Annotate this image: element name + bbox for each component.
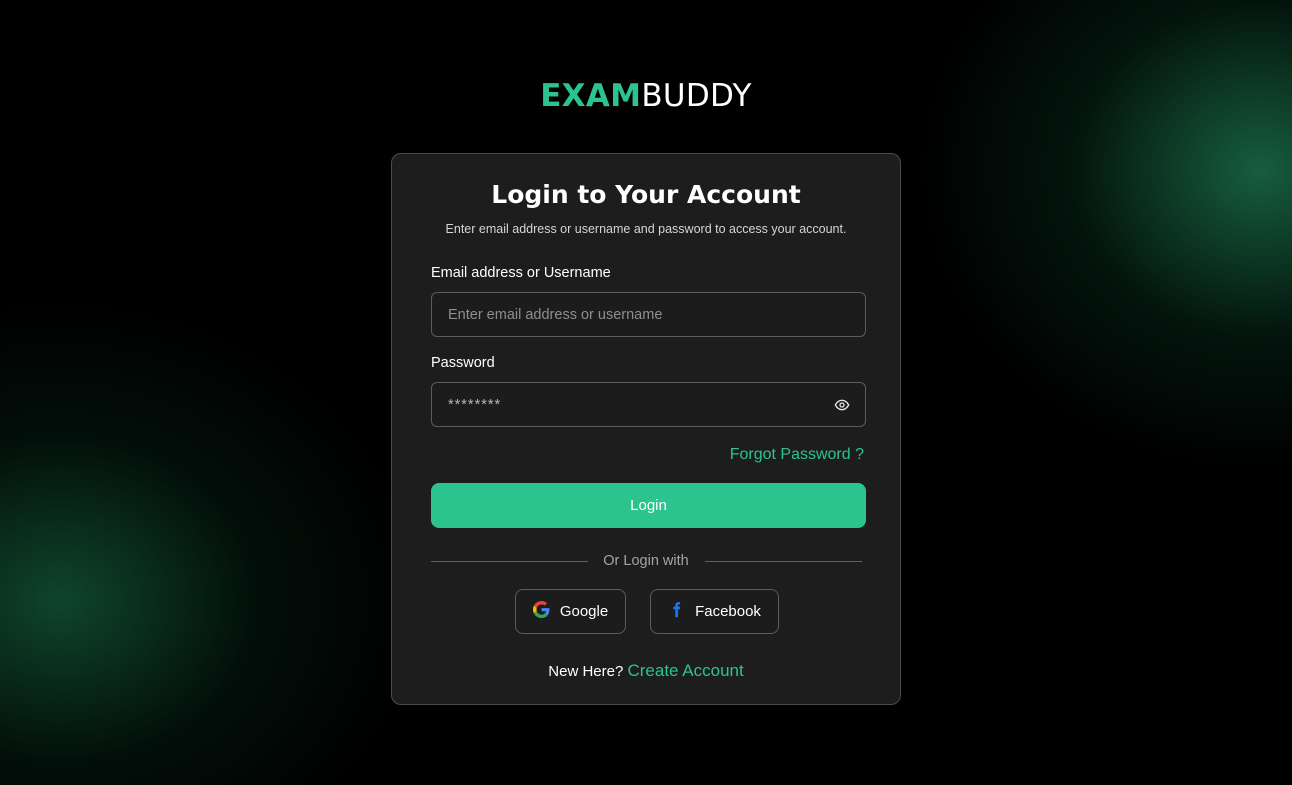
create-account-link[interactable]: Create Account bbox=[627, 661, 743, 680]
forgot-password-link[interactable]: Forgot Password ? bbox=[730, 446, 864, 464]
login-page: EXAMBUDDY Login to Your Account Enter em… bbox=[0, 0, 1292, 785]
google-icon bbox=[532, 601, 550, 622]
eye-icon[interactable] bbox=[834, 397, 850, 413]
email-label: Email address or Username bbox=[431, 265, 611, 281]
signup-prompt-text: New Here? bbox=[548, 663, 624, 680]
password-field-wrapper bbox=[431, 382, 866, 427]
logo-part-exam: EXAM bbox=[540, 78, 642, 114]
logo-part-buddy: BUDDY bbox=[641, 78, 752, 114]
page-title: Login to Your Account bbox=[491, 180, 801, 209]
password-label: Password bbox=[431, 355, 495, 371]
signup-prompt: New Here? Create Account bbox=[392, 661, 900, 681]
email-field-wrapper bbox=[431, 292, 866, 337]
facebook-login-button[interactable]: Facebook bbox=[650, 589, 779, 634]
login-button[interactable]: Login bbox=[431, 483, 866, 528]
password-field[interactable] bbox=[432, 383, 865, 426]
google-login-button[interactable]: Google bbox=[515, 589, 626, 634]
page-subtitle: Enter email address or username and pass… bbox=[445, 222, 847, 236]
facebook-icon bbox=[668, 601, 685, 622]
email-field[interactable] bbox=[432, 293, 865, 336]
divider-line-right bbox=[705, 561, 862, 562]
app-logo: EXAMBUDDY bbox=[0, 78, 1292, 114]
facebook-label: Facebook bbox=[695, 603, 761, 620]
google-label: Google bbox=[559, 603, 609, 620]
login-card: Login to Your Account Enter email addres… bbox=[391, 153, 901, 705]
